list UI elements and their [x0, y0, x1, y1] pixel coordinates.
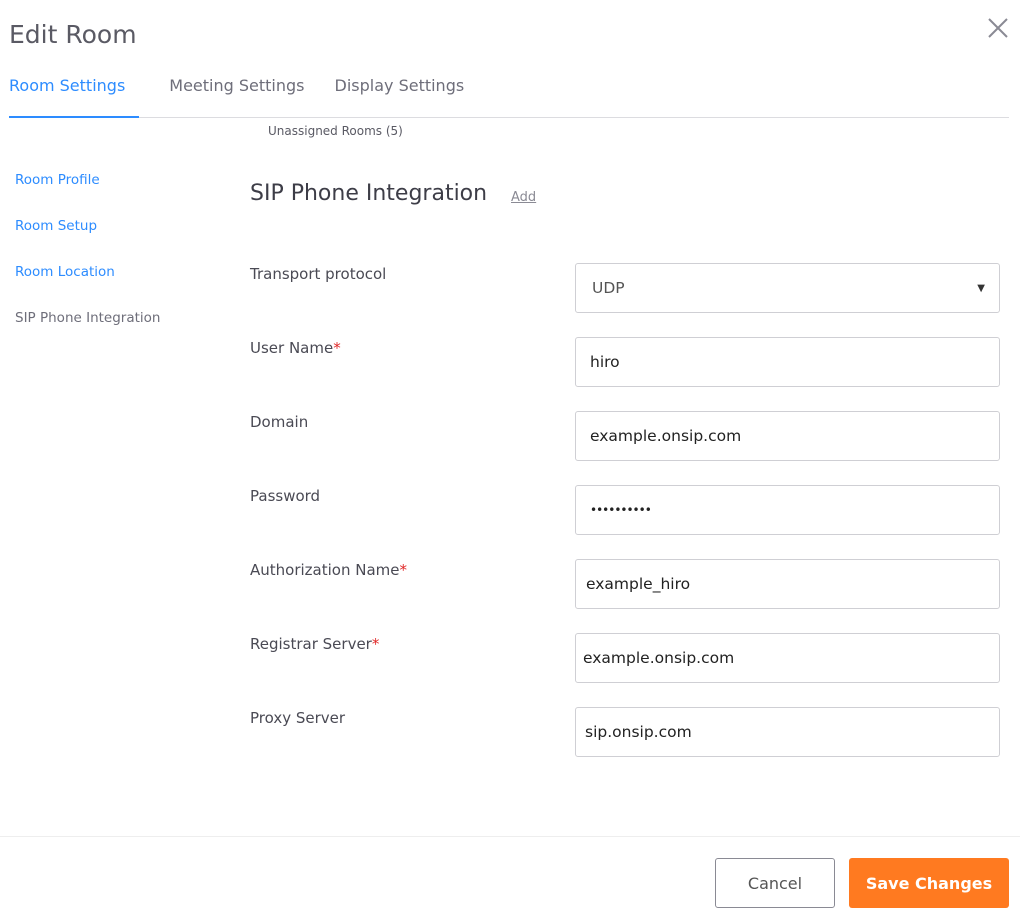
dropdown-caret-icon: ▼: [977, 282, 985, 294]
proxy-label: Proxy Server: [250, 709, 346, 727]
sidebar-item-room-location[interactable]: Room Location: [15, 264, 160, 310]
proxy-row: Proxy Server sip.onsip.com: [250, 707, 1000, 757]
registrar-label: Registrar Server*: [250, 635, 380, 653]
sidebar-item-room-profile[interactable]: Room Profile: [15, 172, 160, 218]
registrar-row: Registrar Server* example.onsip.com: [250, 633, 1000, 683]
registrar-input[interactable]: example.onsip.com: [575, 633, 1000, 683]
tab-room-settings[interactable]: Room Settings: [9, 70, 140, 118]
transport-value: UDP: [592, 279, 625, 297]
sidebar-item-sip-phone-integration[interactable]: SIP Phone Integration: [15, 310, 160, 356]
password-row: Password ••••••••••: [250, 485, 1000, 535]
add-link[interactable]: Add: [511, 190, 536, 205]
footer-divider: [0, 836, 1020, 837]
password-label: Password: [250, 487, 321, 505]
proxy-input[interactable]: sip.onsip.com: [575, 707, 1000, 757]
sidebar-item-room-setup[interactable]: Room Setup: [15, 218, 160, 264]
page-title: Edit Room: [9, 20, 137, 49]
domain-input[interactable]: example.onsip.com: [575, 411, 1000, 461]
authname-row: Authorization Name* example_hiro: [250, 559, 1000, 609]
username-row: User Name* hiro: [250, 337, 1000, 387]
save-changes-button[interactable]: Save Changes: [849, 858, 1009, 908]
transport-row: Transport protocol UDP ▼: [250, 263, 1000, 313]
close-icon[interactable]: [986, 16, 1010, 40]
username-input[interactable]: hiro: [575, 337, 1000, 387]
tab-display-settings[interactable]: Display Settings: [335, 70, 465, 118]
transport-label: Transport protocol: [250, 265, 387, 283]
domain-label: Domain: [250, 413, 309, 431]
authname-label: Authorization Name*: [250, 561, 407, 579]
password-input[interactable]: ••••••••••: [575, 485, 1000, 535]
section-title: SIP Phone Integration: [250, 181, 488, 206]
tab-meeting-settings[interactable]: Meeting Settings: [169, 70, 304, 118]
domain-row: Domain example.onsip.com: [250, 411, 1000, 461]
username-label: User Name*: [250, 339, 341, 357]
transport-select[interactable]: UDP ▼: [575, 263, 1000, 313]
unassigned-rooms-link[interactable]: Unassigned Rooms (5): [268, 124, 403, 138]
authname-input[interactable]: example_hiro: [575, 559, 1000, 609]
sidebar: Room Profile Room Setup Room Location SI…: [15, 172, 160, 356]
cancel-button[interactable]: Cancel: [715, 858, 835, 908]
tab-bar: Room Settings Meeting Settings Display S…: [9, 70, 1009, 118]
